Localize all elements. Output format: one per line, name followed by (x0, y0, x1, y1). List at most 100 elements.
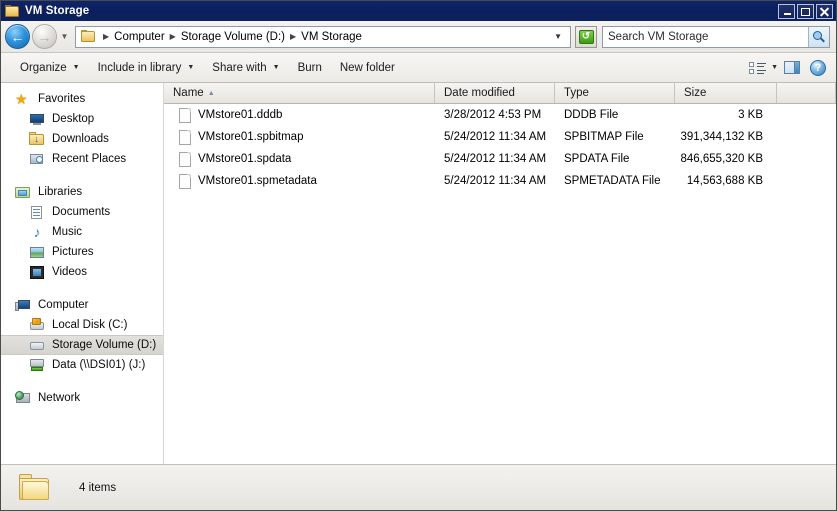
file-name-cell[interactable]: VMstore01.spdata (164, 151, 435, 167)
sidebar-group-network[interactable]: Network (1, 388, 163, 408)
documents-icon (29, 205, 45, 220)
search-input[interactable]: Search VM Storage (608, 31, 808, 43)
file-name-cell[interactable]: VMstore01.spbitmap (164, 129, 435, 145)
sidebar-group-label: Computer (38, 299, 89, 311)
file-rows: VMstore01.dddb 3/28/2012 4:53 PM DDDB Fi… (164, 104, 836, 464)
recent-places-icon (29, 152, 45, 167)
change-view-button[interactable] (745, 57, 769, 79)
breadcrumb-chevron-icon[interactable]: ▶ (165, 32, 181, 41)
maximize-button[interactable] (797, 3, 814, 19)
downloads-icon: ↓ (29, 131, 45, 147)
search-box[interactable]: Search VM Storage (602, 25, 830, 48)
table-row[interactable]: VMstore01.spmetadata 5/24/2012 11:34 AM … (164, 170, 836, 192)
minimize-button[interactable] (778, 3, 795, 19)
sidebar-item-label: Pictures (52, 246, 94, 258)
sidebar-item-downloads[interactable]: ↓ Downloads (1, 129, 163, 149)
file-name-cell[interactable]: VMstore01.dddb (164, 107, 435, 123)
sidebar-item-recent-places[interactable]: Recent Places (1, 149, 163, 169)
refresh-button[interactable]: ↺ (575, 25, 597, 48)
file-list-pane: Name ▲ Date modified Type Size VMstore01… (164, 83, 836, 464)
recent-pages-chevron-icon[interactable]: ▼ (58, 32, 71, 41)
sidebar-group-libraries[interactable]: Libraries (1, 182, 163, 202)
music-icon: ♪ (33, 223, 41, 240)
file-icon (179, 151, 191, 167)
sidebar-group-label: Libraries (38, 186, 83, 198)
breadcrumb-chevron-icon[interactable]: ▶ (285, 32, 301, 41)
toolbar-item-organize[interactable]: Organize ▼ (11, 57, 89, 79)
back-button[interactable]: ← (5, 24, 30, 49)
help-button[interactable]: ? (806, 57, 830, 79)
toolbar-label: Burn (297, 61, 322, 74)
network-icon (15, 390, 31, 406)
sidebar-group-computer[interactable]: Computer (1, 295, 163, 315)
forward-arrow-icon: → (37, 28, 52, 45)
sidebar-group-favorites[interactable]: ★ Favorites (1, 89, 163, 109)
sidebar-item-documents[interactable]: Documents (1, 202, 163, 222)
sidebar-item-label: Videos (52, 266, 87, 278)
sidebar-item-pictures[interactable]: Pictures (1, 242, 163, 262)
sidebar-item-videos[interactable]: Videos (1, 262, 163, 282)
close-button[interactable] (816, 3, 833, 19)
toolbar-label: Share with (212, 61, 267, 74)
toolbar-item-burn[interactable]: Burn (289, 57, 331, 79)
file-icon (179, 129, 191, 145)
table-row[interactable]: VMstore01.spdata 5/24/2012 11:34 AM SPDA… (164, 148, 836, 170)
view-chevron-down-icon[interactable]: ▼ (771, 64, 778, 71)
toolbar-item-include-in-library[interactable]: Include in library ▼ (89, 57, 204, 79)
window-controls (778, 3, 836, 19)
sidebar-item-label: Data (\\DSI01) (J:) (52, 359, 146, 371)
sidebar-group-label: Favorites (38, 93, 86, 105)
desktop-icon (29, 112, 45, 127)
sidebar-item-label: Music (52, 226, 83, 238)
toolbar-item-share-with[interactable]: Share with ▼ (203, 57, 288, 79)
file-date-cell: 5/24/2012 11:34 AM (444, 153, 547, 165)
forward-button[interactable]: → (32, 24, 57, 49)
search-icon (813, 30, 825, 43)
breadcrumb-bar[interactable]: ▶ Computer ▶ Storage Volume (D:) ▶ VM St… (75, 25, 571, 48)
sidebar-item-storage-volume-d[interactable]: Storage Volume (D:) (1, 335, 163, 355)
column-header-size[interactable]: Size (675, 83, 777, 103)
file-size-cell: 14,563,688 KB (686, 175, 763, 187)
local-disk-icon (29, 317, 45, 333)
sidebar-item-label: Storage Volume (D:) (52, 339, 157, 351)
status-bar: 4 items (1, 464, 836, 510)
column-header-date-modified[interactable]: Date modified (435, 83, 555, 103)
help-icon: ? (810, 59, 826, 76)
column-header-extra[interactable] (777, 83, 836, 103)
preview-pane-button[interactable] (780, 57, 804, 79)
toolbar-label: Organize (20, 61, 67, 74)
table-row[interactable]: VMstore01.spbitmap 5/24/2012 11:34 AM SP… (164, 126, 836, 148)
computer-icon (15, 298, 31, 313)
sidebar-item-data-network-drive[interactable]: Data (\\DSI01) (J:) (1, 355, 163, 375)
breadcrumb-item-storage-volume[interactable]: Storage Volume (D:) (181, 31, 285, 43)
search-button[interactable] (808, 26, 829, 47)
column-header-row: Name ▲ Date modified Type Size (164, 83, 836, 104)
file-size-cell: 846,655,320 KB (680, 153, 764, 165)
sidebar-item-music[interactable]: ♪ Music (1, 222, 163, 242)
sidebar-item-local-disk-c[interactable]: Local Disk (C:) (1, 315, 163, 335)
sidebar-item-label: Desktop (52, 113, 95, 125)
videos-icon (29, 265, 45, 280)
breadcrumb-item-vm-storage[interactable]: VM Storage (301, 31, 362, 43)
sidebar-item-desktop[interactable]: Desktop (1, 109, 163, 129)
table-row[interactable]: VMstore01.dddb 3/28/2012 4:53 PM DDDB Fi… (164, 104, 836, 126)
column-label: Date modified (444, 87, 515, 99)
file-name-cell[interactable]: VMstore01.spmetadata (164, 173, 435, 189)
column-label: Type (564, 87, 589, 99)
column-header-type[interactable]: Type (555, 83, 675, 103)
column-header-name[interactable]: Name ▲ (164, 83, 435, 103)
explorer-window: VM Storage ← → ▼ ▶ Computer ▶ Storage Vo… (0, 0, 837, 511)
address-dropdown-icon[interactable]: ▼ (549, 32, 567, 41)
toolbar-item-new-folder[interactable]: New folder (331, 57, 404, 79)
breadcrumb-chevron-icon[interactable]: ▶ (98, 32, 114, 41)
pictures-icon (29, 245, 45, 260)
command-toolbar: Organize ▼ Include in library ▼ Share wi… (1, 53, 836, 83)
breadcrumb-item-computer[interactable]: Computer (114, 31, 165, 43)
file-type-cell: SPDATA File (564, 153, 630, 165)
file-icon (179, 173, 191, 189)
libraries-icon (15, 185, 31, 200)
file-name: VMstore01.spmetadata (198, 175, 317, 187)
